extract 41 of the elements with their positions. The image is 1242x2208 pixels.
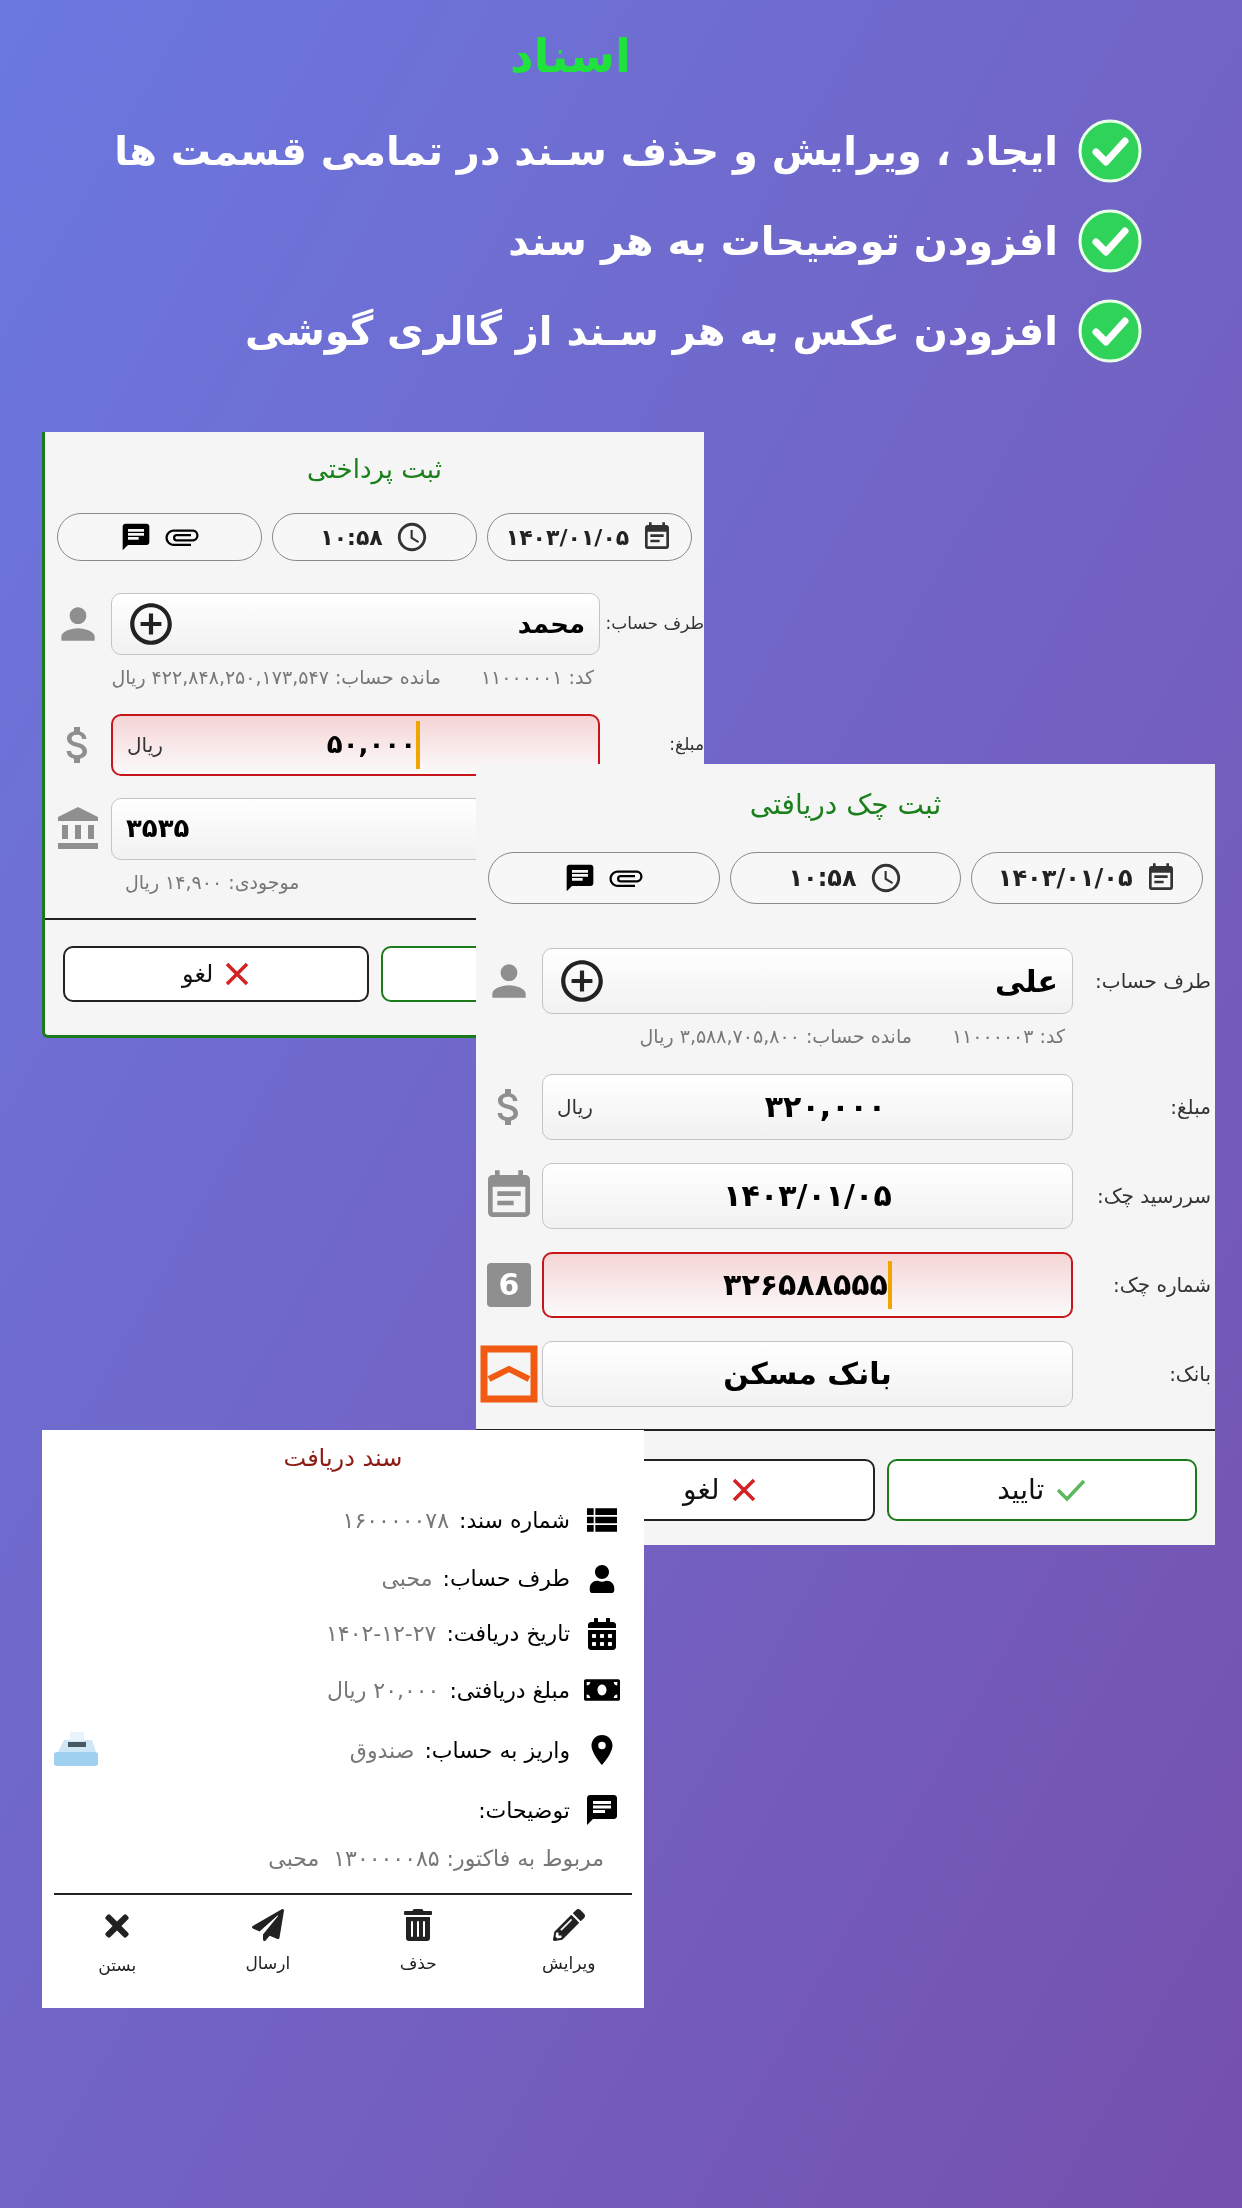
field-value: ۵۰,۰۰۰ <box>326 728 417 761</box>
row-label: تاریخ دریافت: <box>446 1620 570 1648</box>
form-title: ثبت پرداختی <box>307 453 442 487</box>
page-title: اسناد <box>510 29 631 83</box>
row-label: مبلغ دریافتی: <box>449 1676 570 1705</box>
row-label: توضیحات: <box>478 1796 570 1825</box>
receipt-title: سند دریافت <box>283 1443 403 1474</box>
field-label: طرف حساب: <box>1095 969 1211 993</box>
currency-unit: ریال <box>557 1093 593 1121</box>
row-label: واریز به حساب: <box>424 1736 570 1765</box>
account-code: کد: ۱۱۰۰۰۰۰۳ <box>951 1024 1065 1049</box>
row-value: ۱۶۰۰۰۰۰۷۸ <box>342 1506 449 1535</box>
row-value: ۲۰,۰۰۰ ریال <box>326 1676 440 1705</box>
field-value: ۳۲۶۵۸۸۵۵۵ <box>723 1266 888 1304</box>
row-value: محبی <box>381 1565 433 1593</box>
field-value: بانک مسکن <box>723 1355 892 1393</box>
feature-text: افزودن توضیحات به هر سند <box>508 217 1058 267</box>
balance-text: مانده حساب: ۴۲۲,۸۴۸,۲۵۰,۱۷۳,۵۴۷ ریال <box>111 665 441 691</box>
field-value: محمد <box>517 607 585 641</box>
field-value: ۳۵۳۵ <box>126 812 190 845</box>
number-six-icon: 6 <box>487 1262 531 1307</box>
field-label: سررسید چک: <box>1096 1183 1211 1208</box>
field-label: مبلغ: <box>1170 1094 1211 1119</box>
balance-text: موجودی: ۱۴,۹۰۰ ریال <box>125 869 300 896</box>
feature-text: ایجاد ، ویرایش و حذف سـند در تمامی قسمت ها <box>114 127 1058 177</box>
field-label: شماره چک: <box>1113 1272 1211 1297</box>
balance-text: مانده حساب: ۳,۵۸۸,۷۰۵,۸۰۰ ریال <box>639 1024 912 1050</box>
row-label: طرف حساب: <box>442 1565 570 1593</box>
field-value: ۳۲۰,۰۰۰ <box>764 1088 887 1126</box>
form-title: ثبت چک دریافتی <box>749 787 942 823</box>
feature-text: افزودن عکس به هر سـند از گالری گوشی <box>245 307 1058 357</box>
field-value: ۱۴۰۳/۰۱/۰۵ <box>723 1177 892 1215</box>
note-text: مربوط به فاکتور: ۱۳۰۰۰۰۰۸۵ محبی <box>267 1845 605 1873</box>
field-label: بانک: <box>1169 1361 1211 1386</box>
row-value: ۱۴۰۲-۱۲-۲۷ <box>326 1620 437 1648</box>
account-code: کد: ۱۱۰۰۰۰۰۱ <box>480 665 594 690</box>
field-label: مبلغ: <box>669 733 704 754</box>
row-value: صندوق <box>349 1736 415 1765</box>
field-value: علی <box>994 962 1058 1001</box>
currency-unit: ریال <box>127 731 163 759</box>
field-label: طرف حساب: <box>605 613 704 634</box>
